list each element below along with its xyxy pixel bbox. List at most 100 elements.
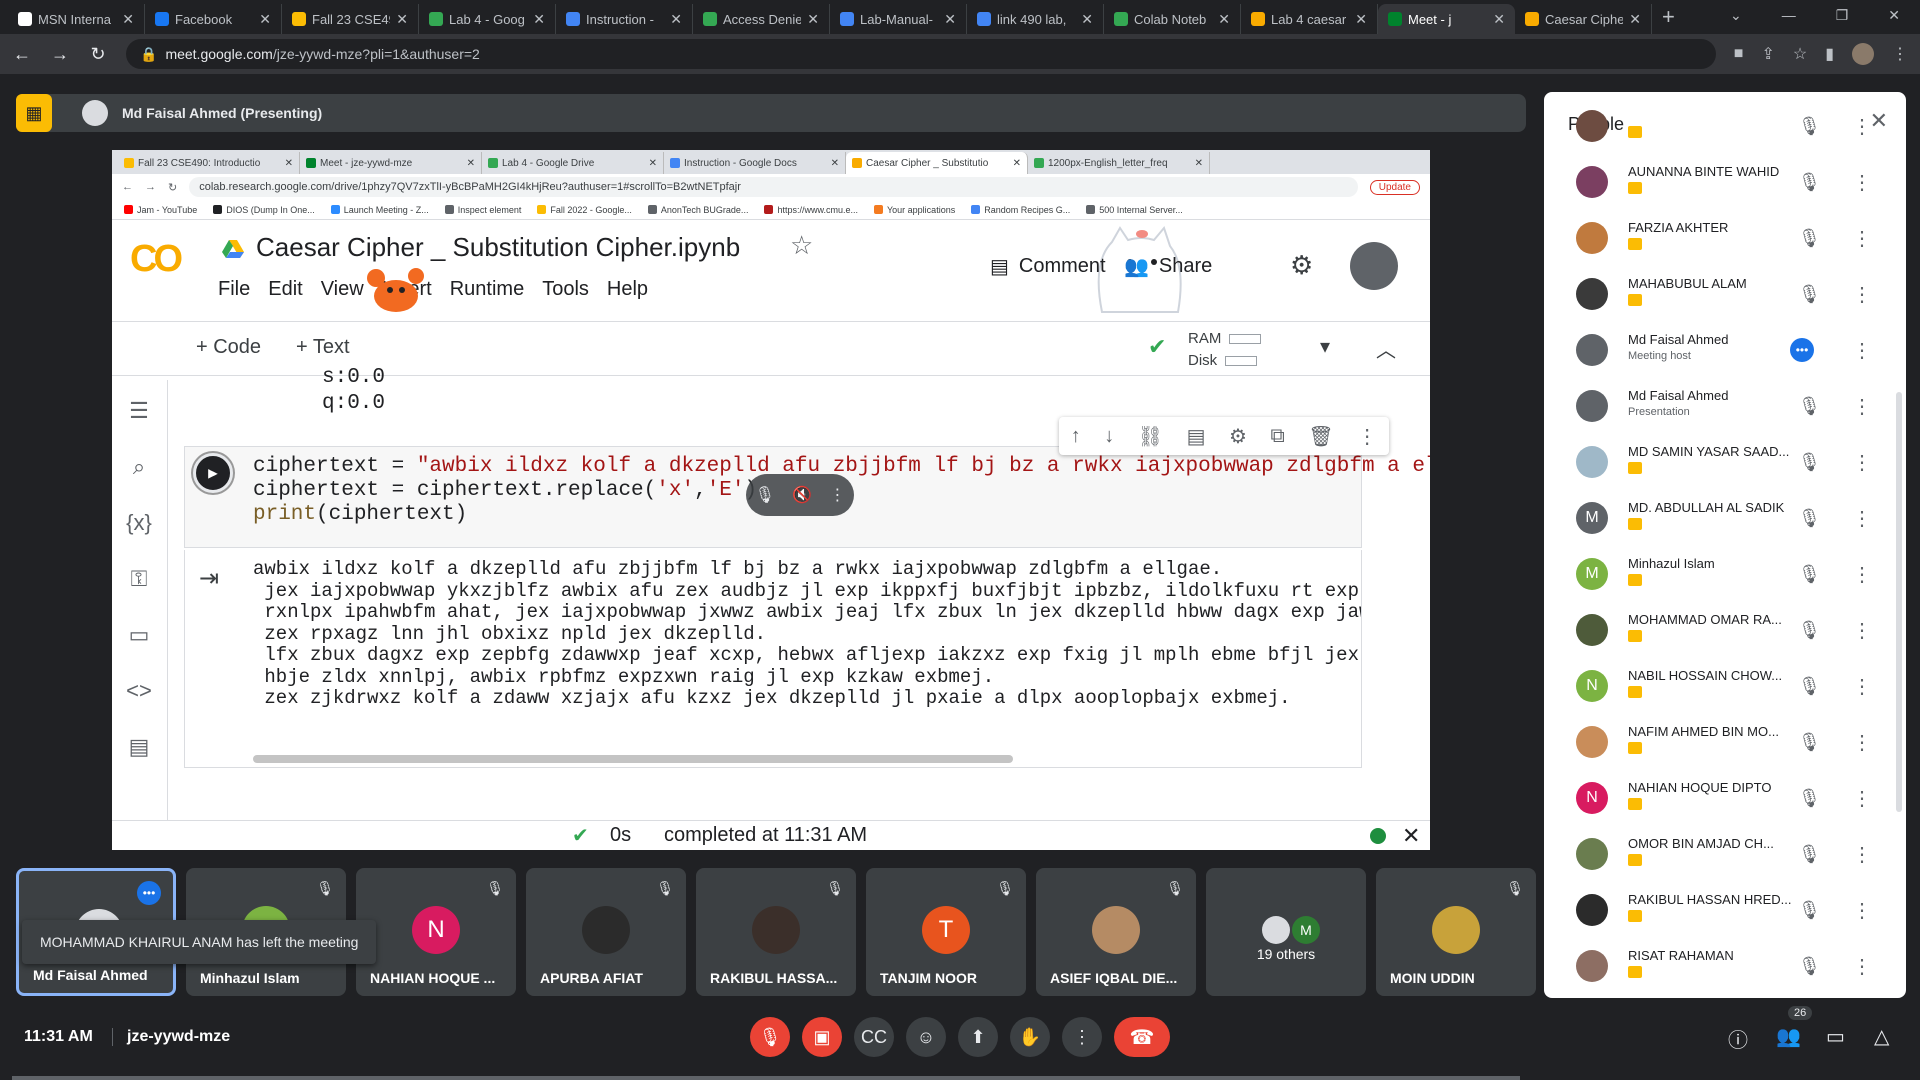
participant-more-icon[interactable]: ⋮ (1852, 842, 1872, 867)
tab-close-icon[interactable]: ✕ (1493, 11, 1505, 28)
bookmark-star-icon[interactable]: ☆ (1793, 44, 1807, 64)
people-icon[interactable]: 👥 (1776, 1024, 1801, 1049)
participant-more-icon[interactable]: ⋮ (1852, 506, 1872, 531)
mic-off-icon[interactable]: 🎙 (1798, 508, 1821, 529)
participant-row[interactable]: RISAT RAHAMAN 🎙 ⋮ (1568, 944, 1886, 998)
browser-tab[interactable]: Access Denie ✕ (693, 4, 830, 34)
browser-tab[interactable]: Colab Noteb ✕ (1104, 4, 1241, 34)
participant-tile[interactable]: MOIN UDDIN 🎙 (1376, 868, 1536, 996)
participant-row[interactable]: 🎙 ⋮ (1568, 104, 1886, 160)
tab-close-icon[interactable]: ✕ (1081, 11, 1093, 28)
tab-search-icon[interactable]: ⌄ (1730, 7, 1742, 24)
chat-icon[interactable]: ▭ (1826, 1024, 1845, 1049)
browser-tab[interactable]: Lab 4 caesar ✕ (1241, 4, 1378, 34)
tab-close-icon[interactable]: ✕ (259, 11, 271, 28)
browser-tab[interactable]: Lab 4 - Goog ✕ (419, 4, 556, 34)
participant-row[interactable]: MOHAMMAD OMAR RA... 🎙 ⋮ (1568, 608, 1886, 664)
participant-row[interactable]: MD SAMIN YASAR SAAD... 🎙 ⋮ (1568, 440, 1886, 496)
reload-button[interactable]: ↻ (88, 44, 108, 65)
participant-more-icon[interactable]: ⋮ (1852, 394, 1872, 419)
participant-tile[interactable]: N NAHIAN HOQUE ... 🎙 (356, 868, 516, 996)
participant-more-icon[interactable]: ⋮ (1852, 282, 1872, 307)
participant-more-icon[interactable]: ⋮ (1852, 226, 1872, 251)
tile-options-icon[interactable]: ••• (137, 881, 161, 905)
participant-more-icon[interactable]: ⋮ (1852, 562, 1872, 587)
people-scrollbar[interactable] (1896, 392, 1902, 812)
participant-tile[interactable]: RAKIBUL HASSA... 🎙 (696, 868, 856, 996)
tab-close-icon[interactable]: ✕ (1629, 11, 1641, 28)
reactions-button[interactable]: ☺ (906, 1017, 946, 1057)
raise-hand-button[interactable]: ✋ (1010, 1017, 1050, 1057)
browser-tab[interactable]: Facebook ✕ (145, 4, 282, 34)
mic-off-icon[interactable]: 🎙 (1798, 172, 1821, 193)
participant-row[interactable]: N NABIL HOSSAIN CHOW... 🎙 ⋮ (1568, 664, 1886, 720)
forward-button[interactable]: → (50, 44, 70, 65)
browser-tab[interactable]: Fall 23 CSE49 ✕ (282, 4, 419, 34)
mic-off-icon[interactable]: 🎙 (1798, 676, 1821, 697)
tab-close-icon[interactable]: ✕ (122, 11, 134, 28)
participant-tile[interactable]: T TANJIM NOOR 🎙 (866, 868, 1026, 996)
mic-off-icon[interactable]: 🎙 (1798, 452, 1821, 473)
participant-row[interactable]: RAKIBUL HASSAN HRED... 🎙 ⋮ (1568, 888, 1886, 944)
participant-more-icon[interactable]: ⋮ (1852, 954, 1872, 979)
participant-row[interactable]: FARZIA AKHTER 🎙 ⋮ (1568, 216, 1886, 272)
profile-avatar[interactable] (1852, 43, 1874, 65)
participant-more-icon[interactable]: ⋮ (1852, 618, 1872, 643)
leave-call-button[interactable]: ☎ (1114, 1017, 1170, 1057)
presentation-toggle-icon[interactable]: ▦ (16, 94, 52, 132)
tab-close-icon[interactable]: ✕ (1355, 11, 1367, 28)
participant-more-icon[interactable]: ⋮ (1852, 898, 1872, 923)
tab-close-icon[interactable]: ✕ (1218, 11, 1230, 28)
participant-row[interactable]: OMOR BIN AMJAD CH... 🎙 ⋮ (1568, 832, 1886, 888)
browser-tab[interactable]: Lab-Manual- ✕ (830, 4, 967, 34)
participant-row[interactable]: AUNANNA BINTE WAHID 🎙 ⋮ (1568, 160, 1886, 216)
close-window-button[interactable]: ✕ (1888, 7, 1900, 24)
mic-off-icon[interactable]: 🎙 (1798, 620, 1821, 641)
participant-more-icon[interactable]: ⋮ (1852, 450, 1872, 475)
participant-row[interactable]: Md Faisal Ahmed Meeting host ••• ⋮ (1568, 328, 1886, 384)
participant-row[interactable]: N NAHIAN HOQUE DIPTO 🎙 ⋮ (1568, 776, 1886, 832)
tab-close-icon[interactable]: ✕ (944, 11, 956, 28)
participant-more-icon[interactable]: ⋮ (1852, 170, 1872, 195)
browser-menu-icon[interactable]: ⋮ (1892, 44, 1908, 64)
participant-row[interactable]: M MD. ABDULLAH AL SADIK 🎙 ⋮ (1568, 496, 1886, 552)
participant-row[interactable]: NAFIM AHMED BIN MO... 🎙 ⋮ (1568, 720, 1886, 776)
participant-more-icon[interactable]: ⋮ (1852, 114, 1872, 139)
mic-off-icon[interactable]: 🎙 (1798, 564, 1821, 585)
participant-more-icon[interactable]: ⋮ (1852, 730, 1872, 755)
mic-off-icon[interactable]: 🎙 (1798, 116, 1821, 137)
side-panel-icon[interactable]: ▮ (1825, 44, 1834, 64)
participant-tile[interactable]: ASIEF IQBAL DIE... 🎙 (1036, 868, 1196, 996)
participant-row[interactable]: Md Faisal Ahmed Presentation 🎙 ⋮ (1568, 384, 1886, 440)
participant-tile[interactable]: APURBA AFIAT 🎙 (526, 868, 686, 996)
participant-row[interactable]: MAHABUBUL ALAM 🎙 ⋮ (1568, 272, 1886, 328)
browser-tab[interactable]: MSN Interna ✕ (8, 4, 145, 34)
host-options-icon[interactable]: ••• (1790, 338, 1814, 362)
tab-close-icon[interactable]: ✕ (807, 11, 819, 28)
participant-more-icon[interactable]: ⋮ (1852, 338, 1872, 363)
captions-button[interactable]: CC (854, 1017, 894, 1057)
camera-toggle-button[interactable]: ▣ (802, 1017, 842, 1057)
mic-off-icon[interactable]: 🎙 (1798, 844, 1821, 865)
browser-tab[interactable]: Caesar Ciphe ✕ (1515, 4, 1652, 34)
mic-off-icon[interactable]: 🎙 (1798, 396, 1821, 417)
restore-button[interactable]: ❐ (1836, 7, 1849, 24)
browser-tab[interactable]: Instruction - ✕ (556, 4, 693, 34)
mic-off-icon[interactable]: 🎙 (1798, 956, 1821, 977)
mic-off-icon[interactable]: 🎙 (1798, 900, 1821, 921)
participant-more-icon[interactable]: ⋮ (1852, 786, 1872, 811)
back-button[interactable]: ← (12, 44, 32, 65)
meeting-info-icon[interactable]: ⓘ (1728, 1024, 1748, 1053)
participant-row[interactable]: M Minhazul Islam 🎙 ⋮ (1568, 552, 1886, 608)
mic-off-icon[interactable]: 🎙 (1798, 788, 1821, 809)
new-tab-button[interactable]: + (1662, 4, 1675, 30)
present-button[interactable]: ⬆ (958, 1017, 998, 1057)
url-field[interactable]: 🔒 meet.google.com/jze-yywd-mze?pli=1&aut… (126, 39, 1716, 69)
participant-more-icon[interactable]: ⋮ (1852, 674, 1872, 699)
mic-off-icon[interactable]: 🎙 (1798, 228, 1821, 249)
activities-icon[interactable]: △ (1874, 1024, 1889, 1049)
camera-icon[interactable]: ■ (1734, 45, 1744, 63)
mic-off-icon[interactable]: 🎙 (1798, 284, 1821, 305)
minimize-button[interactable]: — (1782, 7, 1796, 23)
tab-close-icon[interactable]: ✕ (396, 11, 408, 28)
